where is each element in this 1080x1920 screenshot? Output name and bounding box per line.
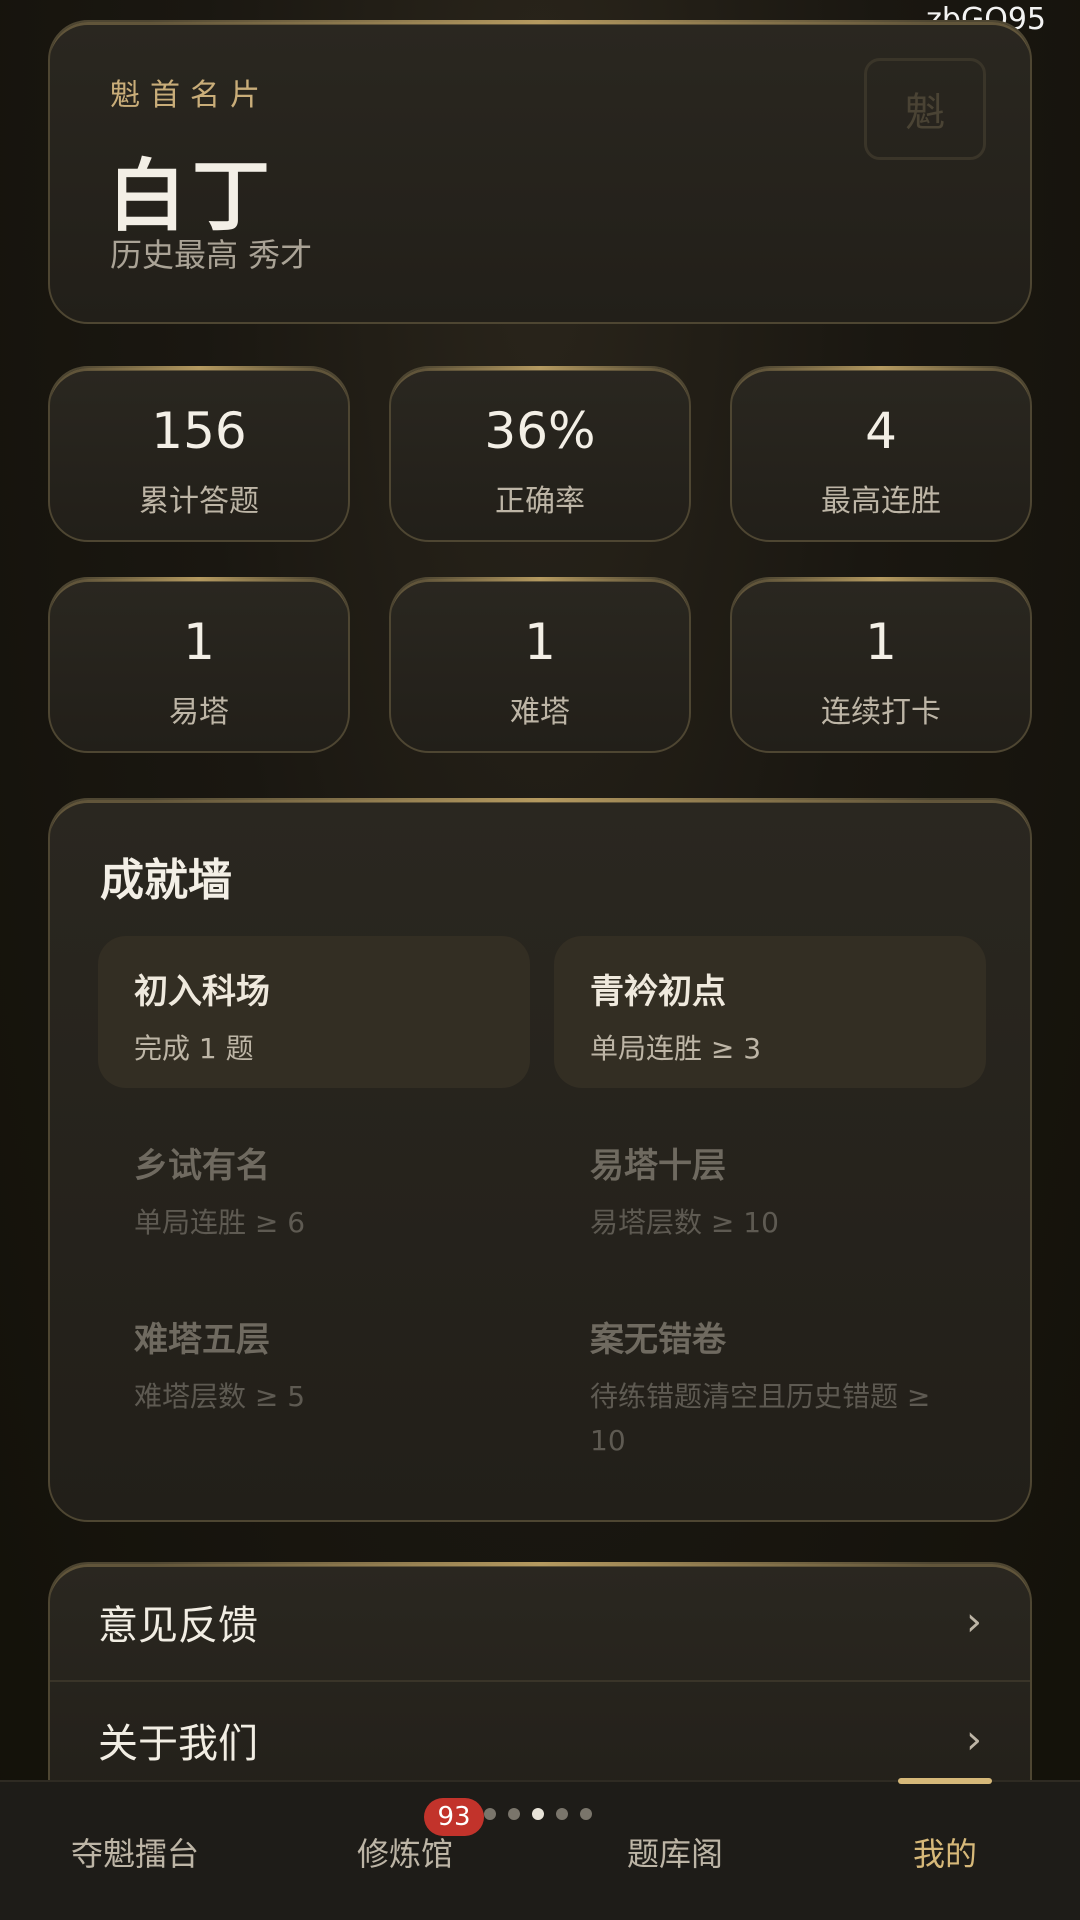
stat-label: 正确率 [495, 484, 585, 519]
stat-value: 156 [151, 402, 247, 460]
stat-value: 36% [484, 402, 596, 460]
stat-label: 累计答题 [139, 484, 259, 519]
achievement-title: 青衿初点 [590, 972, 726, 1012]
stat-checkin-streak: 1 连续打卡 [730, 577, 1032, 753]
achievement-desc: 易塔层数 ≥ 10 [590, 1206, 779, 1239]
page-dot [508, 1808, 520, 1820]
achievement-title: 乡试有名 [134, 1146, 270, 1186]
stat-label: 易塔 [169, 695, 229, 730]
achievement-desc: 完成 1 题 [134, 1032, 254, 1065]
achievement-title: 难塔五层 [134, 1320, 270, 1360]
achievement-item[interactable]: 案无错卷 待练错题清空且历史错题 ≥ 10 [554, 1284, 954, 1457]
tab-arena[interactable]: 夺魁擂台 [0, 1782, 270, 1920]
achievement-item[interactable]: 初入科场 完成 1 题 [98, 936, 530, 1088]
achievement-wall: 成就墙 初入科场 完成 1 题 青衿初点 单局连胜 ≥ 3 乡试有名 单局连胜 … [48, 798, 1032, 1522]
stat-best-streak: 4 最高连胜 [730, 366, 1032, 542]
profile-best-rank: 历史最高 秀才 [110, 236, 313, 274]
active-tab-indicator [898, 1778, 992, 1784]
achievement-title: 易塔十层 [590, 1146, 726, 1186]
profile-card: 魁首名片 白丁 历史最高 秀才 魁 [48, 20, 1032, 324]
achievement-desc: 单局连胜 ≥ 6 [134, 1206, 306, 1239]
feedback-item[interactable]: 意见反馈 › [50, 1564, 1030, 1680]
stat-value: 1 [183, 613, 215, 671]
notification-badge: 93 [424, 1798, 484, 1836]
tab-label: 我的 [912, 1835, 977, 1873]
page-dot [556, 1808, 568, 1820]
profile-label: 魁首名片 [110, 78, 270, 113]
tab-label: 夺魁擂台 [70, 1835, 199, 1873]
stat-value: 1 [865, 613, 897, 671]
tab-label: 题库阁 [626, 1835, 723, 1873]
stat-value: 1 [524, 613, 556, 671]
seal-icon: 魁 [864, 58, 986, 160]
stat-value: 4 [865, 402, 897, 460]
achievement-item[interactable]: 青衿初点 单局连胜 ≥ 3 [554, 936, 986, 1088]
stat-hard-tower: 1 难塔 [389, 577, 691, 753]
page-indicator [484, 1808, 592, 1820]
achievement-item[interactable]: 乡试有名 单局连胜 ≥ 6 [98, 1110, 530, 1262]
page-dot-active [532, 1808, 544, 1820]
achievement-item[interactable]: 易塔十层 易塔层数 ≥ 10 [554, 1110, 986, 1262]
achievement-desc: 难塔层数 ≥ 5 [134, 1380, 306, 1413]
feedback-label: 意见反馈 [98, 1603, 258, 1649]
tab-label: 修炼馆 [356, 1835, 453, 1873]
page-dot [580, 1808, 592, 1820]
achievement-wall-title: 成就墙 [100, 855, 232, 906]
stat-label: 最高连胜 [821, 484, 941, 519]
chevron-right-icon: › [966, 1599, 982, 1645]
tab-question-bank[interactable]: 题库阁 [540, 1782, 810, 1920]
achievement-title: 案无错卷 [590, 1320, 726, 1360]
tab-training[interactable]: 修炼馆 [270, 1782, 540, 1920]
page-dot [484, 1808, 496, 1820]
achievement-item[interactable]: 难塔五层 难塔层数 ≥ 5 [98, 1284, 530, 1436]
achievement-title: 初入科场 [134, 972, 270, 1012]
bottom-tab-bar: 夺魁擂台 修炼馆 题库阁 我的 93 [0, 1778, 1080, 1920]
stat-accuracy: 36% 正确率 [389, 366, 691, 542]
stat-easy-tower: 1 易塔 [48, 577, 350, 753]
achievement-desc: 待练错题清空且历史错题 ≥ 10 [590, 1380, 931, 1457]
achievement-desc: 单局连胜 ≥ 3 [590, 1032, 762, 1065]
chevron-right-icon: › [966, 1717, 982, 1763]
stat-total-answers: 156 累计答题 [48, 366, 350, 542]
stat-label: 连续打卡 [821, 695, 941, 730]
stat-label: 难塔 [510, 695, 570, 730]
about-label: 关于我们 [98, 1721, 258, 1767]
tab-mine[interactable]: 我的 [810, 1782, 1080, 1920]
